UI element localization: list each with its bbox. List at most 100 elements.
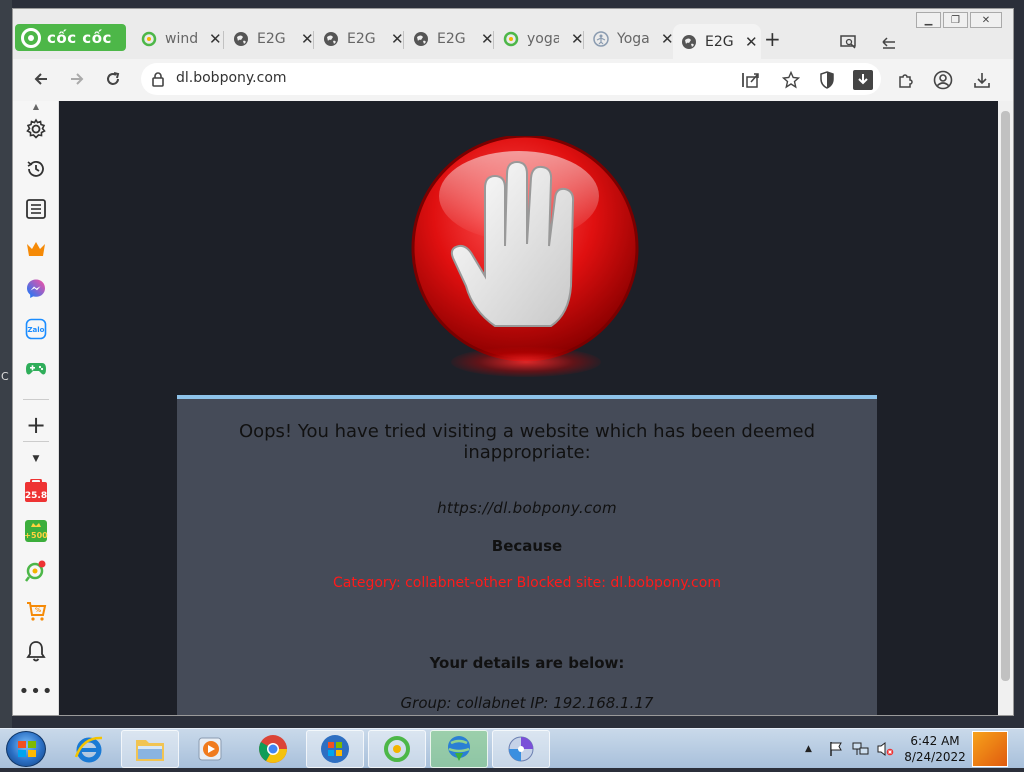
globe-icon [233, 31, 249, 47]
start-button[interactable] [6, 731, 46, 767]
extensions-puzzle-icon[interactable] [896, 70, 916, 90]
close-icon[interactable]: ✕ [745, 33, 758, 51]
messenger-icon[interactable] [24, 277, 48, 301]
more-options-icon[interactable]: ••• [19, 679, 53, 703]
close-icon[interactable]: ✕ [301, 30, 314, 48]
url-text[interactable]: dl.bobpony.com [176, 70, 287, 86]
tab-2[interactable]: E2G ✕ [225, 24, 314, 54]
bookmark-star-icon[interactable] [781, 70, 801, 90]
tab-title: yoga [527, 31, 559, 47]
close-icon[interactable]: ✕ [571, 30, 584, 48]
brand-name: cốc cốc [47, 28, 112, 47]
profile-avatar-icon[interactable] [933, 70, 953, 90]
shield-icon[interactable] [817, 70, 837, 90]
lock-icon[interactable] [151, 71, 165, 91]
browser-window: cốc cốc wind ✕ E2G ✕ E2G ✕ E2G ✕ yoga ✕ … [12, 8, 1014, 716]
dvd-burner-taskbar-button[interactable] [492, 730, 550, 768]
coccoc-map-pin-icon[interactable] [24, 559, 48, 583]
tab-1[interactable]: wind ✕ [133, 24, 222, 54]
coccoc-logo-button[interactable]: cốc cốc [15, 24, 126, 51]
coccoc-logo-icon [21, 27, 41, 48]
network-icon[interactable] [852, 739, 870, 759]
sidebar-divider [23, 399, 49, 400]
coccoc-taskbar-button[interactable] [368, 730, 426, 768]
details-heading: Your details are below: [429, 654, 625, 672]
blocked-url: https://dl.bobpony.com [437, 499, 617, 517]
tab-4[interactable]: E2G ✕ [405, 24, 494, 54]
new-tab-plus-icon[interactable]: + [764, 27, 781, 51]
close-icon[interactable]: ✕ [209, 30, 222, 48]
close-icon[interactable]: ✕ [391, 30, 404, 48]
history-icon[interactable] [24, 157, 48, 181]
action-center-flag-icon[interactable] [828, 739, 844, 759]
globe-icon [681, 34, 697, 50]
close-icon[interactable]: ✕ [481, 30, 494, 48]
taskbar: ▲ 6:42 AM 8/24/2022 [0, 728, 1024, 768]
desktop-edge [0, 0, 12, 728]
tab-separator [403, 31, 404, 49]
media-player-taskbar-button[interactable] [182, 730, 240, 768]
chrome-icon [259, 735, 287, 763]
coccoc-leaf-icon [503, 31, 519, 47]
address-toolbar: dl.bobpony.com [13, 59, 1013, 101]
system-clock[interactable]: 6:42 AM 8/24/2022 [900, 733, 970, 765]
forward-button[interactable] [63, 65, 91, 93]
scrollbar-thumb[interactable] [1001, 111, 1010, 681]
back-arrow-icon[interactable] [881, 35, 897, 53]
internet-explorer-taskbar-button[interactable] [60, 730, 118, 768]
tab-separator [493, 31, 494, 49]
downloads-icon[interactable] [972, 70, 992, 90]
volume-muted-icon[interactable] [876, 739, 894, 759]
game-controller-icon[interactable] [24, 357, 48, 381]
crown-icon[interactable] [24, 237, 48, 261]
stop-hand-icon [411, 134, 641, 376]
add-plus-icon[interactable]: + [24, 411, 48, 439]
back-button[interactable] [27, 65, 55, 93]
chrome-taskbar-button[interactable] [244, 730, 302, 768]
reload-button[interactable] [99, 65, 127, 93]
block-title: Oops! You have tried visiting a website … [238, 421, 816, 463]
vertical-scrollbar[interactable] [998, 101, 1013, 715]
sidebar-scroll-up-icon[interactable]: ▲ [24, 101, 48, 111]
tab-title: wind [165, 31, 197, 47]
clock-date: 8/24/2022 [904, 750, 966, 764]
download-video-icon[interactable] [853, 70, 873, 90]
calendar-shop-icon[interactable]: 25.8 [24, 479, 48, 503]
restore-button[interactable]: ❐ [943, 12, 968, 28]
internet-explorer-icon [74, 736, 103, 763]
download-manager-taskbar-button[interactable] [430, 730, 488, 768]
show-desktop-button[interactable] [972, 731, 1008, 767]
chevron-down-icon[interactable]: ▼ [24, 447, 48, 471]
tab-search-icon[interactable] [840, 35, 858, 53]
settings-gear-icon[interactable] [24, 117, 48, 141]
share-icon[interactable] [741, 70, 761, 90]
close-icon[interactable]: ✕ [661, 30, 674, 48]
tab-title: E2G [257, 31, 286, 47]
tab-3[interactable]: E2G ✕ [315, 24, 404, 54]
zalo-icon[interactable]: Zalo [24, 317, 48, 341]
sidebar: ▲ Zalo + ▼ 25.8 +500 % ••• [13, 101, 59, 715]
calendar-badge-text: 25.8 [25, 491, 47, 501]
windows-logo-icon [18, 741, 36, 757]
tab-title: Yoga [617, 31, 649, 47]
address-bar[interactable]: dl.bobpony.com [141, 63, 881, 95]
file-explorer-taskbar-button[interactable] [121, 730, 179, 768]
tab-7-active[interactable]: E2G ✕ [673, 24, 761, 59]
because-label: Because [491, 537, 563, 555]
notification-bell-icon[interactable] [24, 639, 48, 663]
block-message-panel: Oops! You have tried visiting a website … [177, 395, 877, 715]
tab-5[interactable]: yoga ✕ [495, 24, 584, 54]
tab-6[interactable]: Yoga ✕ [585, 24, 674, 54]
svg-text:%: % [35, 607, 41, 614]
globe-icon [413, 31, 429, 47]
tray-expand-icon[interactable]: ▲ [805, 739, 812, 759]
coccoc-icon [384, 736, 410, 762]
shopping-cart-icon[interactable]: % [24, 599, 48, 623]
minimize-button[interactable]: ▁ [916, 12, 941, 28]
coin-reward-icon[interactable]: +500 [24, 519, 48, 543]
coccoc-leaf-icon [141, 31, 157, 47]
reading-list-icon[interactable] [24, 197, 48, 221]
windows-update-taskbar-button[interactable] [306, 730, 364, 768]
close-window-button[interactable]: ✕ [970, 12, 1002, 28]
block-reason: Category: collabnet-other Blocked site: … [333, 575, 721, 591]
